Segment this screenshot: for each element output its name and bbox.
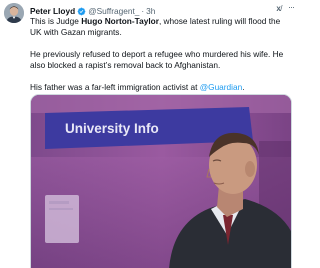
- judge-photo: University Info: [31, 95, 291, 268]
- tweet-paragraph-1: This is Judge Hugo Norton-Taylor, whose …: [30, 16, 290, 38]
- tweet-media-photo[interactable]: University Info: [30, 94, 292, 268]
- tweet-p1-pre: This is Judge: [30, 16, 82, 26]
- banner-text: University Info: [65, 121, 159, 136]
- tweet-p3-pre: His father was a far-left immigration ac…: [30, 82, 200, 92]
- grok-icon[interactable]: x/: [276, 4, 282, 13]
- tweet-paragraph-3: His father was a far-left immigration ac…: [30, 82, 290, 93]
- judge-name: Hugo Norton-Taylor: [81, 16, 159, 26]
- tweet-paragraph-2: He previously refused to deport a refuge…: [30, 49, 284, 70]
- separator-dot: ·: [141, 6, 145, 16]
- tweet-text: This is Judge Hugo Norton-Taylor, whose …: [30, 16, 290, 93]
- grok-icon-slash: /: [280, 4, 282, 13]
- tweet-p3-post: .: [242, 82, 245, 92]
- tweet-card[interactable]: Peter Lloyd @Suffragent_ · 3h x/ ··· Thi…: [0, 0, 300, 268]
- author-name[interactable]: Peter Lloyd: [30, 6, 75, 16]
- author-handle[interactable]: @Suffragent_: [88, 6, 139, 16]
- verified-badge-icon[interactable]: [77, 7, 86, 16]
- guardian-mention-link[interactable]: @Guardian: [200, 82, 243, 92]
- user-avatar-icon: [4, 3, 24, 23]
- author-avatar[interactable]: [4, 3, 24, 23]
- more-options-icon[interactable]: ···: [288, 2, 295, 12]
- tweet-timestamp[interactable]: 3h: [146, 6, 155, 16]
